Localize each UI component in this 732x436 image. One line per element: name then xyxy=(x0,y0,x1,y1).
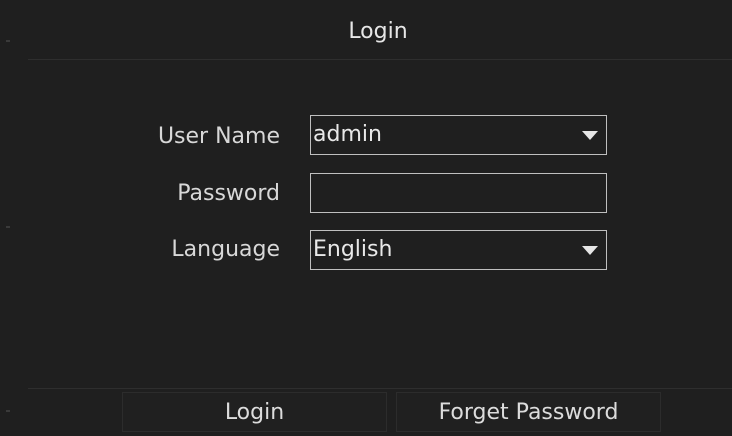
dialog-title: Login xyxy=(348,19,408,44)
username-value: admin xyxy=(313,122,382,147)
language-select[interactable]: English xyxy=(310,230,607,270)
login-dialog: Login User Name admin Password Language … xyxy=(0,0,732,436)
password-field[interactable] xyxy=(310,173,607,213)
edge-tick xyxy=(6,410,10,412)
edge-tick xyxy=(6,226,10,228)
username-label: User Name xyxy=(157,124,280,149)
forget-password-button[interactable]: Forget Password xyxy=(396,392,661,432)
username-select[interactable]: admin xyxy=(310,115,607,155)
login-button[interactable]: Login xyxy=(122,392,387,432)
chevron-down-icon[interactable] xyxy=(582,246,598,255)
chevron-down-icon[interactable] xyxy=(582,131,598,140)
edge-tick xyxy=(6,40,10,42)
footer-divider xyxy=(28,388,732,389)
title-divider xyxy=(28,59,732,60)
language-value: English xyxy=(313,237,393,262)
password-label: Password xyxy=(177,181,280,206)
language-label: Language xyxy=(171,237,280,262)
